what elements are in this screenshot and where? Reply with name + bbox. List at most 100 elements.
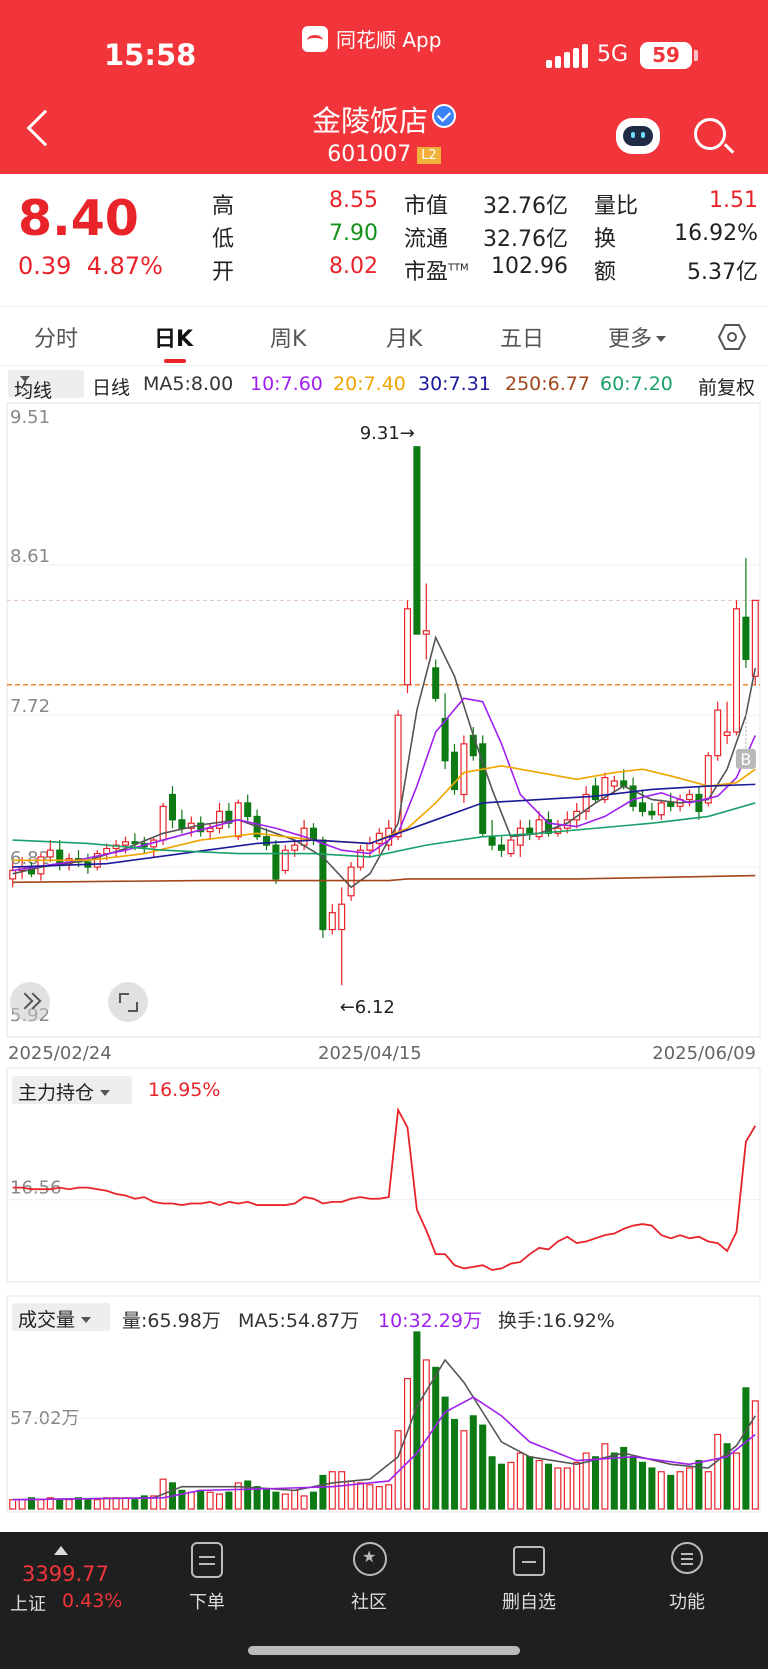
index-value[interactable]: 3399.77	[22, 1562, 109, 1586]
stat-value: 8.55	[329, 188, 378, 213]
quote-panel: 8.40 0.39 4.87% 高 8.55 低 7.90 开 8.02 市值 32.76亿流…	[0, 174, 768, 298]
tab-more[interactable]: 更多	[608, 321, 667, 353]
volume-bar-down	[140, 1495, 148, 1510]
kline-frame	[6, 402, 761, 1038]
volume-bar-down	[27, 1497, 36, 1510]
volume-bar-up	[46, 1497, 54, 1510]
volume-bar-up	[732, 1452, 741, 1510]
volume-ma-ma10	[12, 1396, 756, 1501]
candle-up	[375, 832, 383, 845]
volume-bar-up	[338, 1471, 346, 1510]
tab-daily-k[interactable]: 日K	[154, 321, 193, 353]
candle-up	[65, 858, 73, 865]
nav-remove-watchlist-label: 删自选	[502, 1592, 556, 1613]
volume-bar-up	[291, 1489, 299, 1510]
y-tick-label: 9.51	[10, 407, 50, 428]
candle-down	[591, 785, 600, 801]
x-tick-label: 2025/02/24	[8, 1043, 112, 1064]
volume-bar-down	[695, 1459, 703, 1510]
volume-bar-up	[300, 1495, 308, 1510]
tab-weekly-k[interactable]: 周K	[270, 321, 306, 353]
main-holding-selector[interactable]: 主力持仓	[12, 1076, 132, 1104]
stat-label: 量比	[594, 194, 639, 219]
stat-label: 流通	[404, 227, 449, 252]
fast-forward-icon[interactable]	[10, 982, 50, 1022]
ma-legend: 均线 日线 MA5:8.00 10:7.60 20:7.40 30:7.31 250:6…	[14, 373, 756, 402]
candle-up	[328, 912, 336, 931]
volume-bar-down	[544, 1463, 553, 1510]
candle-down	[319, 839, 327, 931]
adjust-mode[interactable]: 前复权	[698, 373, 755, 400]
app-badge[interactable]: 同花顺 App	[302, 24, 441, 53]
candle-up	[610, 780, 618, 787]
stat-label: 市盈TTM	[404, 260, 469, 285]
volume-selector[interactable]: 成交量	[12, 1303, 110, 1331]
y-tick-label: 7.72	[10, 696, 50, 717]
stock-name: 金陵饭店	[311, 104, 428, 138]
volume-bar-up	[535, 1459, 543, 1510]
l2-badge: L2	[417, 147, 441, 164]
volume-bar-down	[620, 1446, 628, 1510]
candle-up	[215, 810, 224, 829]
volume-bar-up	[234, 1482, 242, 1510]
volume-bar-up	[37, 1499, 45, 1510]
volume-bar-up	[187, 1491, 195, 1510]
volume-legend-item: 量:65.98万	[122, 1310, 221, 1332]
tab-intraday[interactable]: 分时	[34, 321, 78, 353]
candle-down	[84, 861, 92, 868]
volume-bar-up	[328, 1471, 336, 1510]
ma-value: MA5:8.00	[143, 373, 234, 395]
stat-value: 32.76亿	[483, 194, 568, 219]
stat-label: 额	[594, 260, 617, 285]
candle-down	[450, 751, 459, 791]
volume-legend-item: 换手:16.92%	[498, 1310, 615, 1332]
search-icon[interactable]	[694, 118, 726, 150]
index-percent: 0.43%	[62, 1590, 123, 1612]
volume-bar-down	[225, 1491, 233, 1510]
tab-five-day[interactable]: 五日	[500, 321, 544, 353]
home-indicator[interactable]	[248, 1646, 520, 1655]
candle-up	[422, 630, 430, 635]
candle-down	[667, 802, 675, 807]
candle-up	[93, 852, 101, 868]
low-price-annotation: ←6.12	[340, 997, 395, 1018]
volume-bar-up	[93, 1499, 101, 1510]
holding-line	[12, 1107, 757, 1271]
volume-bar-down	[450, 1418, 459, 1510]
volume-bar-down	[178, 1489, 186, 1510]
candle-up	[300, 827, 308, 846]
candle-down	[629, 785, 637, 807]
ma-line-ma250	[12, 874, 756, 884]
stat-value: 102.96	[491, 254, 568, 279]
volume-bar-down	[131, 1499, 139, 1510]
candle-down	[131, 841, 139, 845]
volume-bar-down	[648, 1467, 656, 1510]
candle-up	[385, 827, 393, 846]
candle-up	[573, 810, 581, 821]
current-price: 8.40	[18, 190, 139, 247]
candle-up	[347, 866, 355, 897]
stat-value: 7.90	[329, 221, 378, 246]
volume-bar-up	[385, 1484, 393, 1510]
buy-marker-label: B	[740, 750, 751, 769]
stat-value: 1.51	[709, 188, 758, 213]
volume-bar-up	[375, 1486, 383, 1510]
volume-bar-up	[507, 1461, 515, 1510]
volume-bar-down	[244, 1480, 252, 1510]
volume-bar-down	[526, 1456, 534, 1510]
stat-label: 市值	[404, 194, 449, 219]
settings-hexagon-icon[interactable]	[718, 324, 746, 350]
ma-line-ma60	[12, 802, 756, 858]
volume-bar-down	[497, 1463, 506, 1510]
fullscreen-icon[interactable]	[108, 982, 148, 1022]
tab-monthly-k[interactable]: 月K	[386, 321, 422, 353]
stat-label: 换	[594, 227, 617, 252]
chevron-down-icon	[81, 1317, 92, 1323]
assistant-robot-icon[interactable]	[616, 118, 660, 154]
candle-up	[582, 793, 590, 812]
bottom-nav: 3399.77 上证 0.43% 下单 社区 删自选 功能	[0, 1532, 768, 1669]
stat-sup: TTM	[448, 262, 469, 274]
period-tabs: 分时 日K 周K 月K 五日 更多	[0, 306, 768, 366]
candle-down	[432, 667, 440, 699]
period-label: 日线	[92, 377, 131, 399]
